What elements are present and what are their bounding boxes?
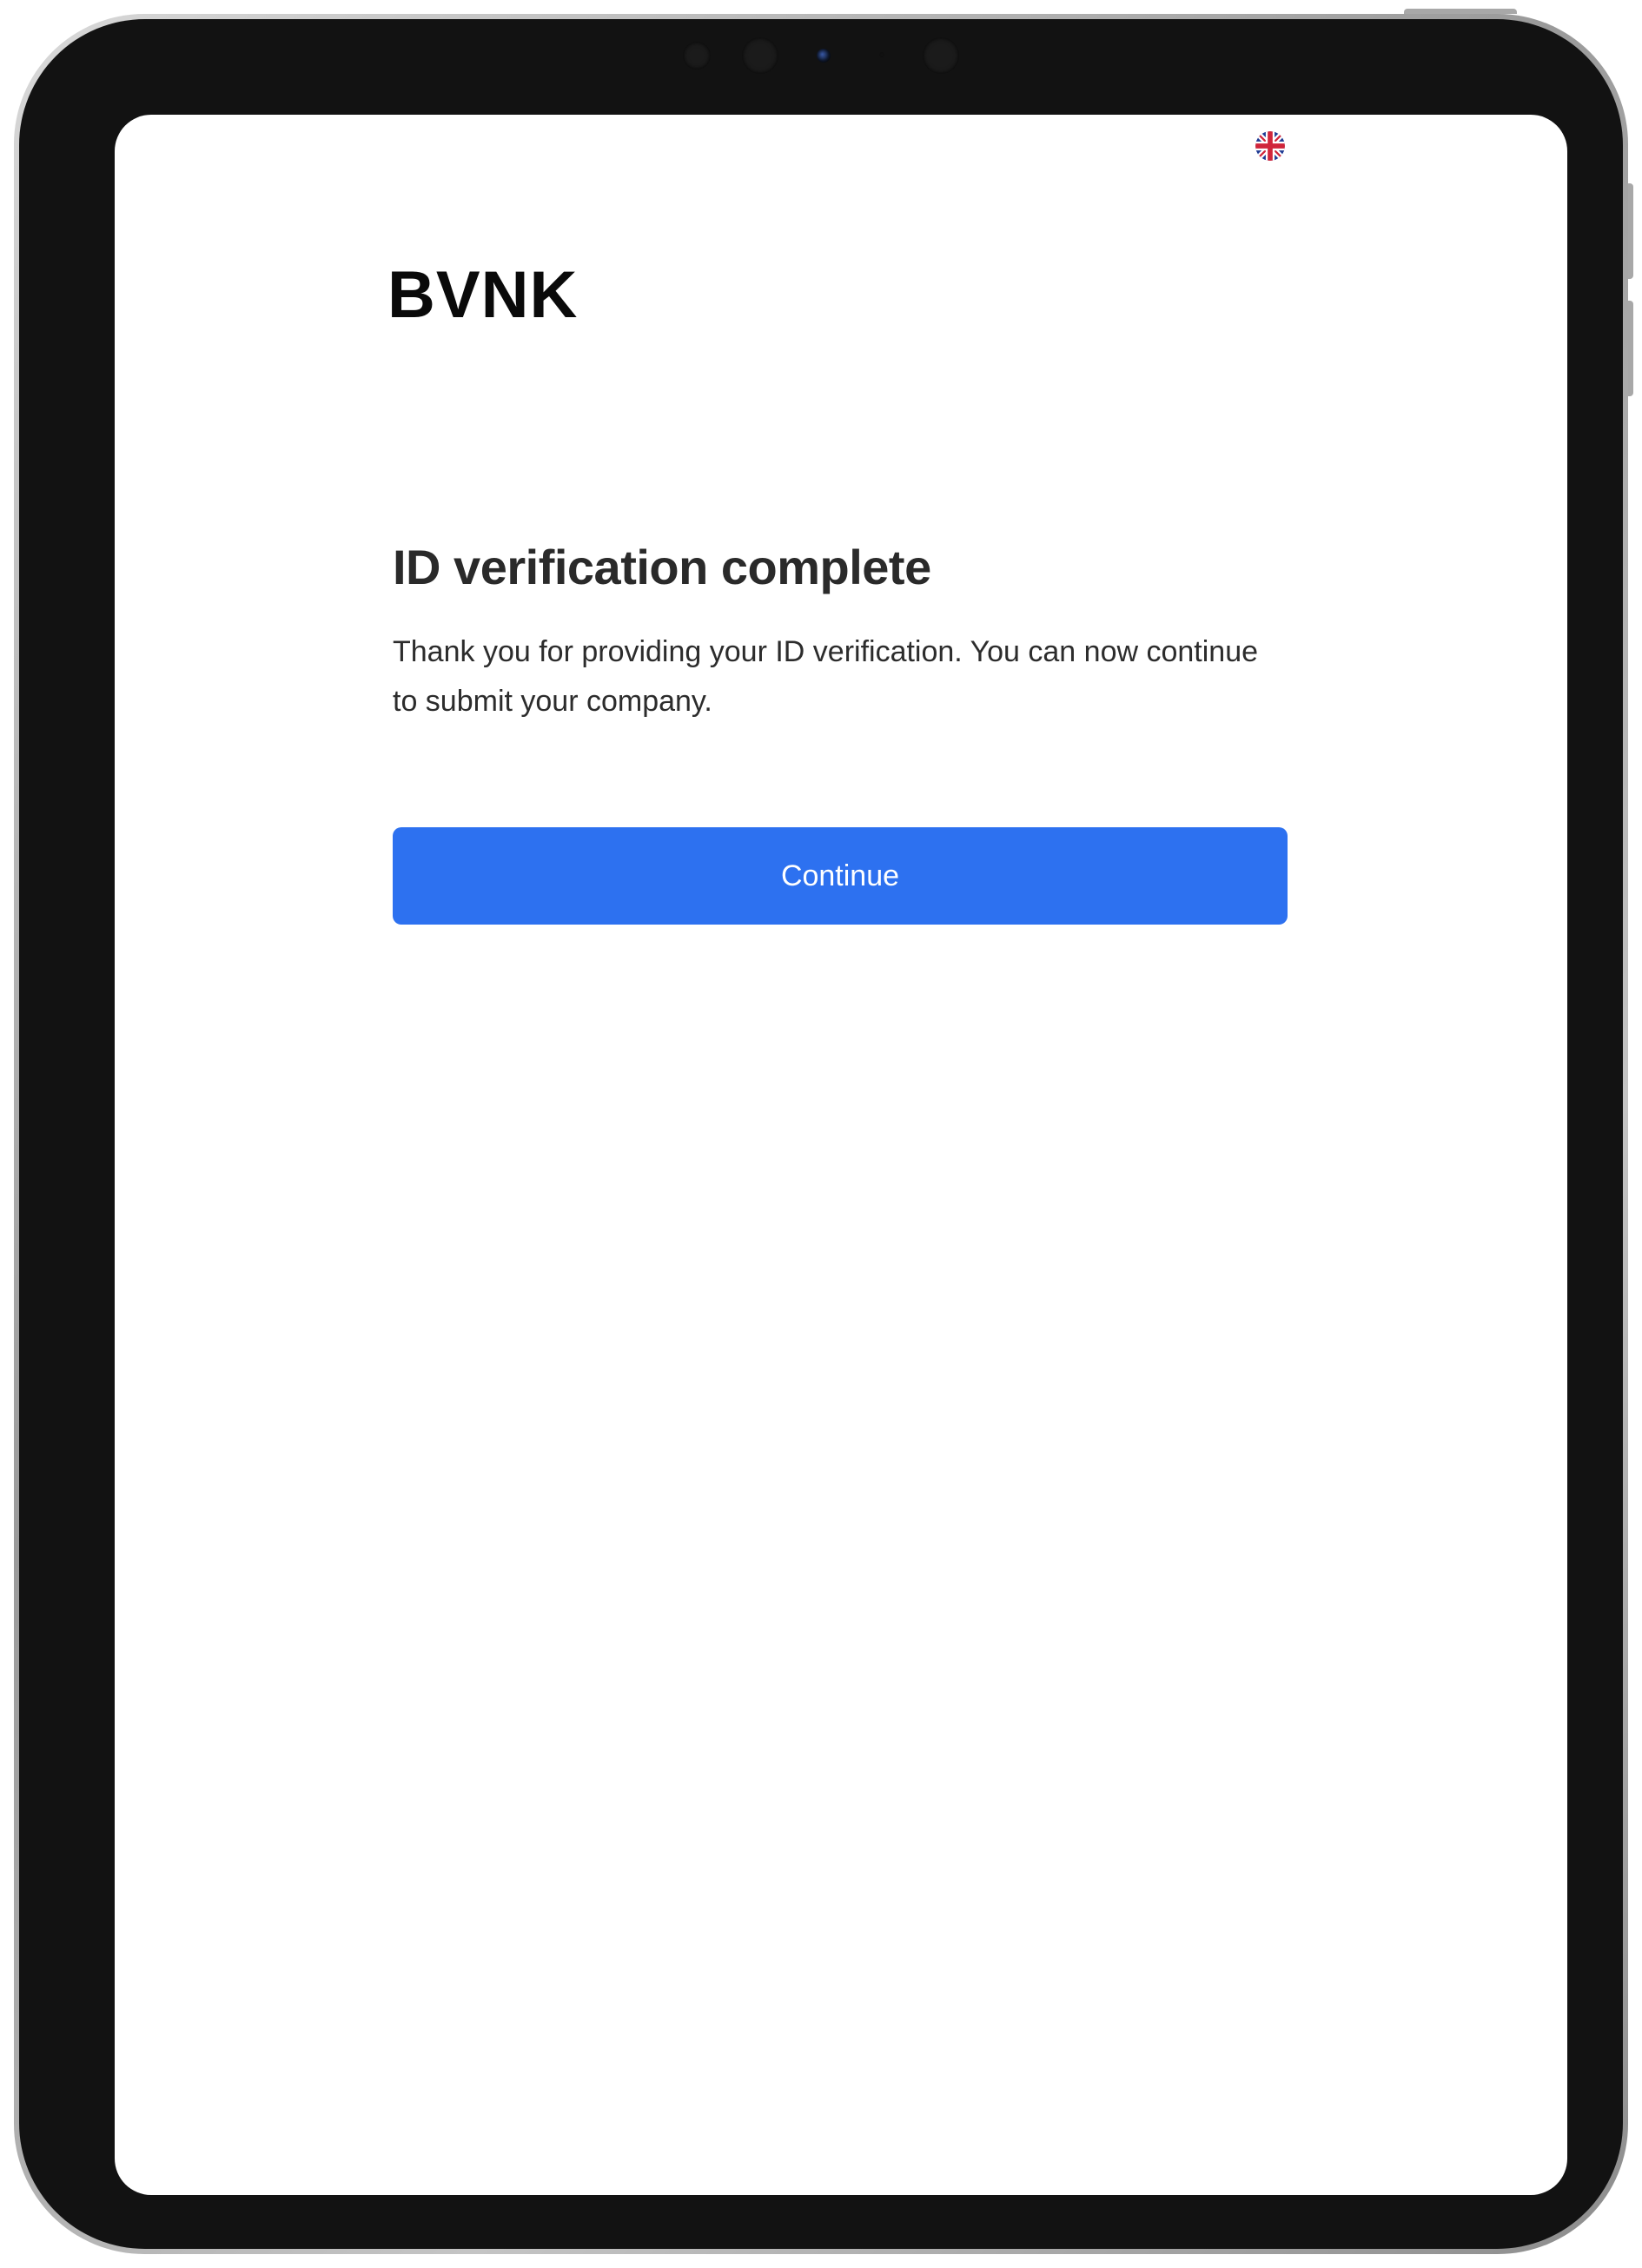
- volume-up-button: [1628, 183, 1633, 279]
- brand-logo: BVNK: [387, 258, 579, 332]
- camera-lens-icon: [817, 49, 831, 63]
- power-button: [1404, 9, 1517, 14]
- continue-button[interactable]: Continue: [393, 827, 1288, 925]
- volume-down-button: [1628, 301, 1633, 396]
- tablet-device-frame: BVNK ID verification complete Thank you …: [14, 9, 1633, 2254]
- page-description: Thank you for providing your ID verifica…: [393, 635, 1259, 718]
- uk-flag-icon[interactable]: [1255, 131, 1285, 161]
- device-bezel: BVNK ID verification complete Thank you …: [19, 19, 1623, 2249]
- sensor-icon: [683, 42, 711, 70]
- page-title: ID verification complete: [393, 540, 931, 594]
- app-screen: BVNK ID verification complete Thank you …: [115, 115, 1567, 2195]
- sensor-icon: [923, 37, 959, 74]
- sensor-icon: [742, 37, 778, 74]
- camera-bar: [19, 19, 1623, 103]
- ambient-sensor-icon: [879, 52, 884, 57]
